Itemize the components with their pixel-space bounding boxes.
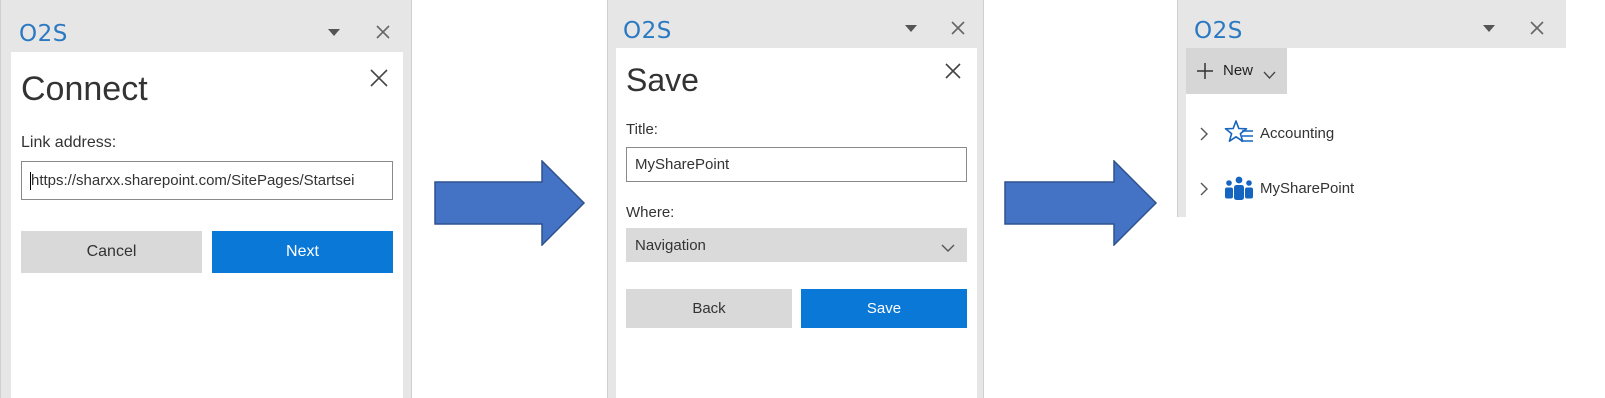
close-icon[interactable] (1525, 16, 1549, 40)
dialog-close-icon[interactable] (941, 59, 965, 83)
tree-item-label: Accounting (1260, 125, 1335, 142)
chevron-right-icon[interactable] (1200, 182, 1209, 200)
save-titlebar: O2S (608, 0, 983, 52)
app-title: O2S (1194, 18, 1243, 44)
connect-panel: Connect Link address: https://sharxx.sha… (11, 52, 403, 398)
chevron-right-icon[interactable] (1200, 127, 1209, 145)
menu-caret-icon[interactable] (905, 25, 917, 32)
nav-titlebar: O2S (1178, 0, 1566, 48)
next-button[interactable]: Next (212, 231, 393, 273)
new-button[interactable]: New (1186, 48, 1287, 94)
link-address-label: Link address: (21, 134, 117, 151)
tree-item-mysharepoint[interactable]: MySharePoint (1186, 171, 1566, 207)
new-button-label: New (1223, 62, 1254, 79)
save-pane: O2S Save Title: MySharePoint Where: Navi… (607, 0, 984, 398)
app-title: O2S (19, 21, 68, 47)
tree-item-accounting[interactable]: Accounting (1186, 116, 1566, 152)
save-button[interactable]: Save (801, 289, 967, 328)
star-list-icon (1224, 119, 1254, 151)
where-label: Where: (626, 204, 675, 221)
menu-caret-icon[interactable] (1483, 25, 1495, 32)
link-address-value: https://sharxx.sharepoint.com/SitePages/… (31, 172, 355, 189)
flow-arrow-1 (434, 160, 586, 246)
where-select[interactable]: Navigation (626, 228, 967, 262)
link-address-input[interactable]: https://sharxx.sharepoint.com/SitePages/… (21, 161, 393, 200)
dialog-close-icon[interactable] (367, 66, 391, 90)
save-panel: Save Title: MySharePoint Where: Navigati… (616, 48, 977, 398)
page-title: Connect (21, 70, 148, 108)
chevron-down-icon (941, 240, 955, 257)
plus-icon (1196, 62, 1214, 85)
tree-item-label: MySharePoint (1260, 180, 1355, 197)
menu-caret-icon[interactable] (328, 29, 340, 36)
connect-pane: O2S Connect Link address: https://sharxx… (0, 0, 412, 398)
back-button[interactable]: Back (626, 289, 792, 328)
title-label: Title: (626, 121, 658, 138)
close-icon[interactable] (371, 20, 395, 44)
page-title: Save (626, 62, 699, 98)
chevron-down-icon (1263, 67, 1276, 85)
cancel-button[interactable]: Cancel (21, 231, 202, 273)
close-icon[interactable] (946, 16, 970, 40)
nav-panel: New Accounting MySharePoint (1186, 48, 1567, 217)
app-title: O2S (623, 18, 672, 44)
flow-arrow-2 (1004, 160, 1158, 246)
where-select-value: Navigation (635, 236, 706, 254)
teams-icon (1224, 176, 1254, 206)
title-input[interactable]: MySharePoint (626, 147, 967, 182)
connect-titlebar: O2S (1, 0, 411, 52)
nav-pane: O2S New Accounting MySharePoint (1177, 0, 1567, 217)
